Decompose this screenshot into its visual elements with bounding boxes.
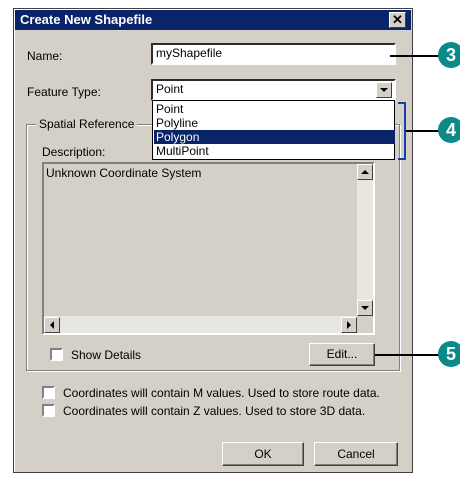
- close-icon: ✕: [392, 12, 403, 27]
- close-button[interactable]: ✕: [389, 12, 406, 28]
- description-textarea[interactable]: [42, 162, 375, 335]
- arrow-up-icon: [361, 170, 369, 174]
- callout-line-4: [406, 130, 440, 132]
- callout-3: 3: [438, 42, 460, 68]
- description-label: Description:: [42, 145, 106, 159]
- spatial-reference-label: Spatial Reference: [36, 117, 138, 131]
- callout-line-3: [390, 55, 440, 57]
- name-input[interactable]: myShapefile: [151, 43, 396, 65]
- feature-type-value: Point: [156, 82, 184, 96]
- m-values-label: Coordinates will contain M values. Used …: [63, 386, 380, 400]
- feature-type-dropdown-list: Point Polyline Polygon MultiPoint: [152, 100, 395, 160]
- chevron-down-icon: [380, 88, 388, 92]
- name-label: Name:: [27, 49, 63, 63]
- show-details-label: Show Details: [71, 348, 142, 362]
- callout-4: 4: [438, 117, 460, 143]
- feature-type-label: Feature Type:: [27, 85, 101, 99]
- dialog-title: Create New Shapefile: [20, 12, 153, 27]
- callout-bracket-4: [398, 102, 406, 160]
- show-details-checkbox[interactable]: [50, 348, 63, 361]
- arrow-down-icon: [361, 306, 369, 310]
- callout-line-5: [375, 354, 440, 356]
- arrow-left-icon: [50, 321, 54, 329]
- dropdown-option-polygon[interactable]: Polygon: [154, 130, 395, 144]
- scroll-down-button[interactable]: [357, 300, 373, 316]
- ok-button[interactable]: OK: [222, 442, 304, 466]
- z-values-label: Coordinates will contain Z values. Used …: [63, 404, 366, 418]
- scroll-up-button[interactable]: [357, 164, 373, 180]
- callout-5: 5: [438, 341, 460, 367]
- dropdown-option-multipoint[interactable]: MultiPoint: [154, 144, 395, 158]
- horizontal-scrollbar[interactable]: [44, 316, 357, 333]
- arrow-right-icon: [347, 321, 351, 329]
- feature-type-select[interactable]: Point: [151, 79, 396, 101]
- scroll-right-button[interactable]: [341, 317, 357, 333]
- dropdown-option-point[interactable]: Point: [154, 102, 395, 116]
- feature-type-dropdown-button[interactable]: [376, 82, 392, 98]
- m-values-checkbox[interactable]: [42, 386, 55, 399]
- dropdown-option-polyline[interactable]: Polyline: [154, 116, 395, 130]
- vertical-scrollbar[interactable]: [357, 164, 373, 316]
- z-values-checkbox[interactable]: [42, 404, 55, 417]
- edit-button[interactable]: Edit...: [309, 343, 375, 366]
- cancel-button[interactable]: Cancel: [314, 442, 398, 466]
- scrollbar-corner: [357, 316, 373, 333]
- scroll-left-button[interactable]: [44, 317, 60, 333]
- description-text: Unknown Coordinate System: [46, 166, 202, 180]
